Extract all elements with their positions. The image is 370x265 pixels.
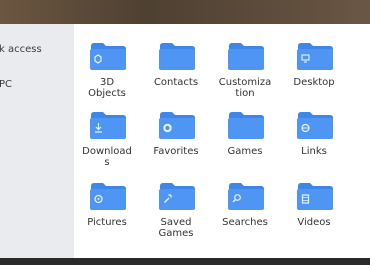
file-explorer-window: k access PC 3D Objects Contacts Customiz… <box>0 24 370 258</box>
folder-label: Desktop <box>293 77 335 88</box>
folder-icon <box>228 43 264 70</box>
folder-3d-objects[interactable]: 3D Objects <box>74 42 140 108</box>
folder-icon <box>228 112 264 139</box>
wrench-icon <box>159 183 195 210</box>
folder-label: Searches <box>222 217 268 228</box>
monitor-icon <box>297 43 333 70</box>
gear-icon <box>159 112 195 139</box>
folder-label: Links <box>301 146 327 157</box>
folder-links[interactable]: Links <box>281 111 347 177</box>
image-icon <box>90 183 126 210</box>
folder-label: Customiza tion <box>218 77 272 99</box>
sidebar-item-label: k access <box>0 44 42 55</box>
sidebar-item-quick-access[interactable]: k access <box>0 42 74 58</box>
search-icon <box>228 183 264 210</box>
folder-desktop[interactable]: Desktop <box>281 42 347 108</box>
navigation-pane: k access PC <box>0 24 74 258</box>
folder-saved-games[interactable]: Saved Games <box>143 182 209 248</box>
folder-label: 3D Objects <box>88 77 126 99</box>
folder-grid: 3D Objects Contacts Customiza tion Deskt… <box>74 24 370 258</box>
desktop-wallpaper <box>0 0 370 24</box>
taskbar-edge <box>0 258 370 265</box>
folder-downloads[interactable]: Download s <box>74 111 140 177</box>
folder-label: Saved Games <box>158 217 194 239</box>
folder-favorites[interactable]: Favorites <box>143 111 209 177</box>
folder-label: Contacts <box>153 77 199 88</box>
folder-games[interactable]: Games <box>212 111 278 177</box>
cube-icon <box>90 43 126 70</box>
film-icon <box>297 183 333 210</box>
folder-pictures[interactable]: Pictures <box>74 182 140 248</box>
folder-label: Download s <box>82 146 132 168</box>
folder-label: Games <box>227 146 263 157</box>
folder-customization[interactable]: Customiza tion <box>212 42 278 108</box>
folder-label: Favorites <box>153 146 199 157</box>
download-icon <box>90 112 126 139</box>
folder-icon <box>159 43 195 70</box>
folder-label: Pictures <box>87 217 127 228</box>
folder-videos[interactable]: Videos <box>281 182 347 248</box>
sidebar-item-label: PC <box>0 79 13 90</box>
folder-contacts[interactable]: Contacts <box>143 42 209 108</box>
folder-label: Videos <box>297 217 331 228</box>
folder-searches[interactable]: Searches <box>212 182 278 248</box>
globe-icon <box>297 112 333 139</box>
sidebar-item-this-pc[interactable]: PC <box>0 77 74 93</box>
